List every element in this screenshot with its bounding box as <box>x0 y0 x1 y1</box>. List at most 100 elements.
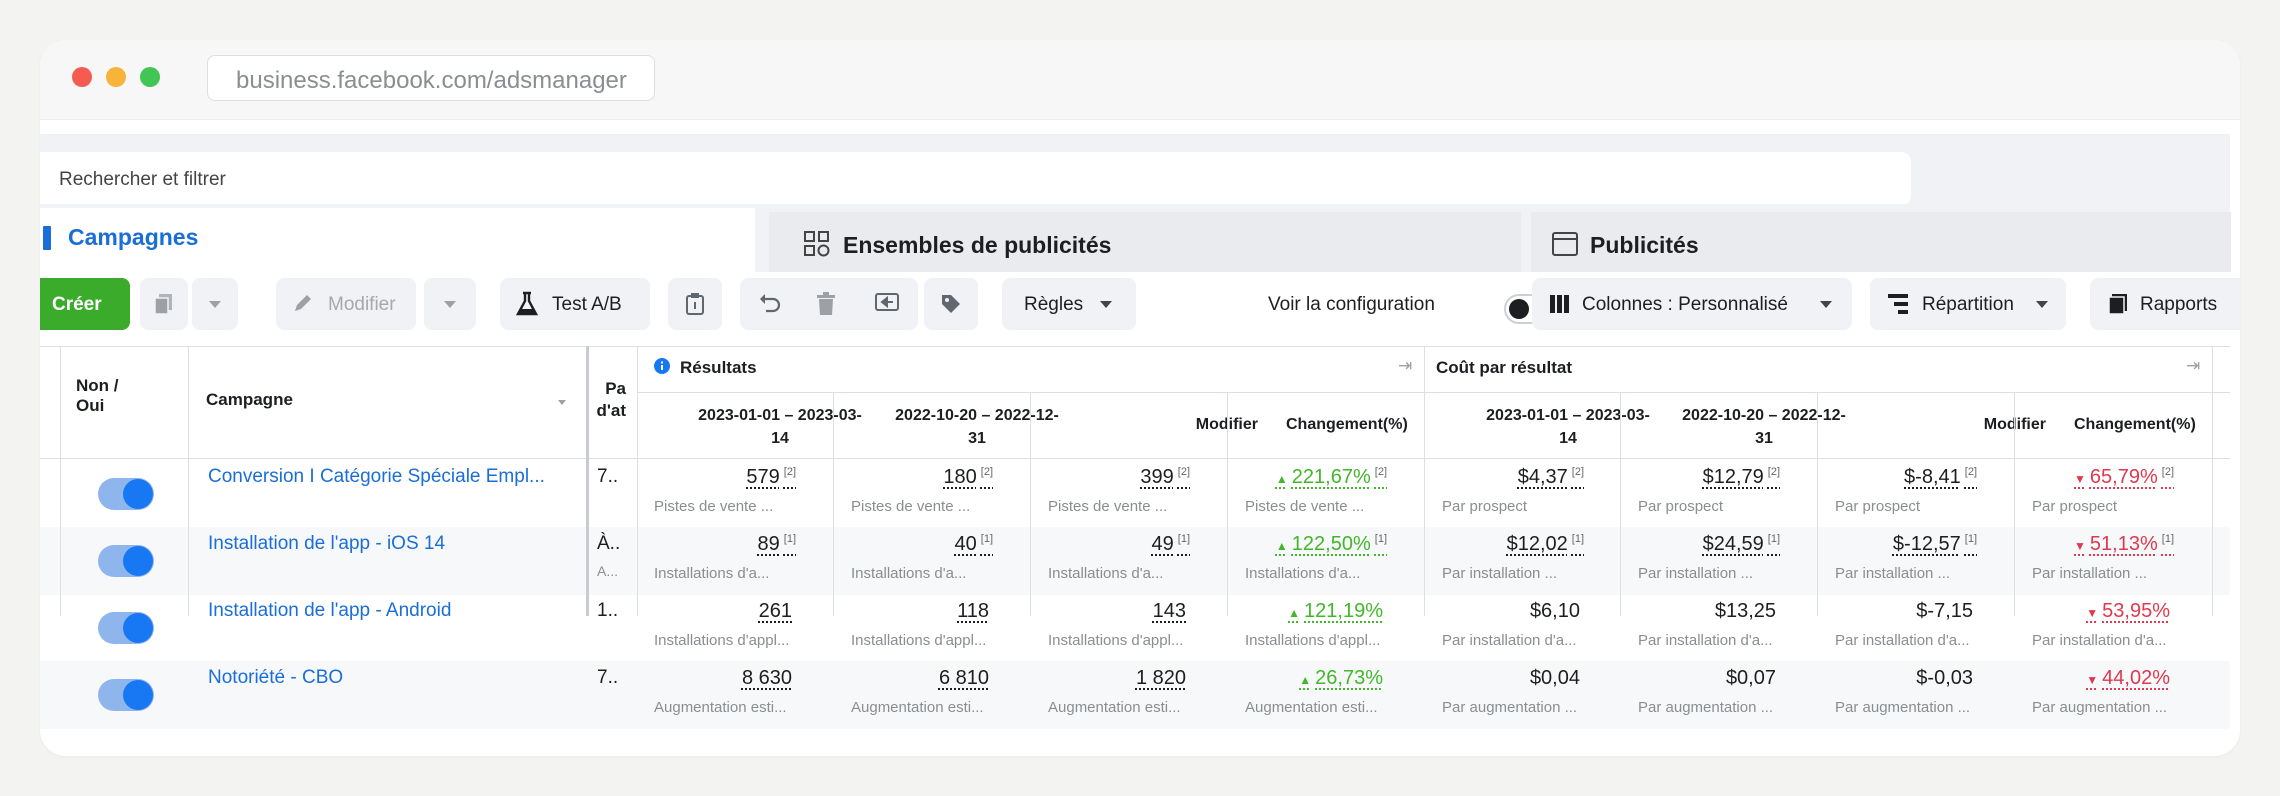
tag-button[interactable] <box>924 278 978 330</box>
clipboard-icon <box>686 293 704 315</box>
trash-icon[interactable] <box>816 292 836 316</box>
col-results-period2[interactable]: 2022-10-20 – 2022-12-31 <box>891 404 1063 450</box>
columns-button[interactable]: Colonnes : Personnalisé <box>1532 278 1852 330</box>
result-cell[interactable]: ▲ 122,50% [1] <box>1229 533 1387 556</box>
result-cell[interactable]: 180 [2] <box>835 466 993 489</box>
campaign-toggle[interactable] <box>98 545 154 577</box>
cost-cell[interactable]: $0,04 <box>1426 667 1584 690</box>
campaign-toggle[interactable] <box>98 478 154 510</box>
col-cost-modify[interactable]: Modifier <box>1928 416 2046 434</box>
cost-description: Par installation ... <box>2032 565 2148 582</box>
tab-ads[interactable]: Publicités <box>1531 212 2231 272</box>
result-cell[interactable]: 6 810 <box>835 667 993 690</box>
preview-icon[interactable] <box>874 292 900 316</box>
col-results-period1[interactable]: 2023-01-01 – 2023-03-14 <box>694 404 866 450</box>
campaign-name-link[interactable]: Notoriété - CBO <box>208 667 343 689</box>
campaign-name-link[interactable]: Conversion I Catégorie Spéciale Empl... <box>208 466 545 488</box>
col-cost-period2[interactable]: 2022-10-20 – 2022-12-31 <box>1678 404 1850 450</box>
cost-description: Par installation ... <box>1442 565 1558 582</box>
cost-description: Par prospect <box>2032 498 2118 515</box>
tab-adsets[interactable]: Ensembles de publicités <box>769 212 1521 272</box>
search-filter-input[interactable]: Rechercher et filtrer <box>40 152 1911 206</box>
cost-cell[interactable]: ▼ 44,02% <box>2016 667 2174 690</box>
cost-cell[interactable]: ▼ 53,95% <box>2016 600 2174 623</box>
collapse-cost-icon[interactable]: ⇥ <box>2186 356 2200 376</box>
table-row[interactable]: Conversion I Catégorie Spéciale Empl... 7… <box>40 460 2230 528</box>
cost-cell[interactable]: ▼ 51,13% [1] <box>2016 533 2174 556</box>
result-cell[interactable]: 8 630 <box>638 667 796 690</box>
result-cell[interactable]: ▲ 26,73% <box>1229 667 1387 690</box>
result-cell[interactable]: 399 [2] <box>1032 466 1190 489</box>
campaign-name-link[interactable]: Installation de l'app - iOS 14 <box>208 533 445 555</box>
result-cell[interactable]: 143 <box>1032 600 1190 623</box>
divider <box>2014 392 2015 616</box>
table-row[interactable]: Notoriété - CBO 7.. 8 630 Augmentation esti… <box>40 661 2230 729</box>
col-cost-period1[interactable]: 2023-01-01 – 2023-03-14 <box>1482 404 1654 450</box>
collapse-results-icon[interactable]: ⇥ <box>1398 356 1412 376</box>
cost-cell[interactable]: $-8,41 [2] <box>1819 466 1977 489</box>
cost-cell[interactable]: $6,10 <box>1426 600 1584 623</box>
maximize-window-button[interactable] <box>140 67 160 87</box>
clipboard-button[interactable] <box>668 278 722 330</box>
info-icon[interactable] <box>654 358 670 374</box>
cost-cell[interactable]: $12,79 [2] <box>1622 466 1780 489</box>
up-arrow-icon: ▲ <box>1299 673 1312 687</box>
cost-cell[interactable]: $0,07 <box>1622 667 1780 690</box>
table-row[interactable]: Installation de l'app - iOS 14 À.. A... 89[… <box>40 527 2230 595</box>
ab-test-button[interactable]: Test A/B <box>500 278 650 330</box>
cost-cell[interactable]: $4,37 [2] <box>1426 466 1584 489</box>
result-description: Installations d'appl... <box>851 632 987 649</box>
campaign-name-link[interactable]: Installation de l'app - Android <box>208 600 451 622</box>
col-on-off[interactable]: Non / Oui <box>76 376 136 416</box>
result-cell[interactable]: 40 [1] <box>835 533 993 556</box>
cost-cell[interactable]: $13,25 <box>1622 600 1780 623</box>
tab-campaigns[interactable]: Campagnes <box>40 208 755 272</box>
footnote: [1] <box>1964 533 1977 546</box>
ad-page-icon <box>1552 232 1578 256</box>
result-cell[interactable]: 118 <box>835 600 993 623</box>
footnote: [1] <box>783 533 796 546</box>
undo-icon[interactable] <box>758 293 782 315</box>
result-description: Augmentation esti... <box>851 699 984 716</box>
adsets-grid-icon <box>804 231 830 257</box>
table-row[interactable]: Installation de l'app - Android 1.. 261 Ins… <box>40 594 2230 662</box>
breakdown-button[interactable]: Répartition <box>1870 278 2066 330</box>
col-campaign[interactable]: Campagne <box>206 390 293 410</box>
cost-cell[interactable]: $24,59 [1] <box>1622 533 1780 556</box>
result-cell[interactable]: 49 [1] <box>1032 533 1190 556</box>
campaign-table: Non / Oui Campagne Pa d'at Résultats ⇥ C… <box>40 346 2240 729</box>
result-cell[interactable]: 89 [1] <box>638 533 796 556</box>
edit-dropdown-button[interactable] <box>424 278 476 330</box>
campaign-toggle[interactable] <box>98 612 154 644</box>
cost-cell[interactable]: $-0,03 <box>1819 667 1977 690</box>
campaign-toggle[interactable] <box>98 679 154 711</box>
cost-cell[interactable]: $12,02 [1] <box>1426 533 1584 556</box>
create-button[interactable]: Créer <box>40 278 130 330</box>
up-arrow-icon: ▲ <box>1275 472 1288 486</box>
toggle-knob <box>123 680 153 710</box>
minimize-window-button[interactable] <box>106 67 126 87</box>
cost-cell[interactable]: $-12,57 [1] <box>1819 533 1977 556</box>
edit-button[interactable]: Modifier <box>276 278 416 330</box>
result-cell[interactable]: 579 [2] <box>638 466 796 489</box>
result-cell[interactable]: 261 <box>638 600 796 623</box>
col-cost-change[interactable]: Changement(%) <box>2074 416 2234 434</box>
reports-button[interactable]: Rapports <box>2090 278 2240 330</box>
rules-button[interactable]: Règles <box>1002 278 1136 330</box>
result-cell[interactable]: 1 820 <box>1032 667 1190 690</box>
duplicate-button[interactable] <box>140 278 188 330</box>
col-pa[interactable]: Pa d'at <box>590 378 626 422</box>
results-group-header: Résultats <box>680 358 757 377</box>
flask-icon <box>516 291 538 316</box>
result-cell[interactable]: ▲ 121,19% <box>1229 600 1387 623</box>
col-results-modify[interactable]: Modifier <box>1140 416 1258 434</box>
sort-icon[interactable] <box>558 400 566 405</box>
toggle-knob <box>1509 299 1529 319</box>
duplicate-dropdown-button[interactable] <box>192 278 238 330</box>
address-bar[interactable]: business.facebook.com/adsmanager <box>207 55 655 101</box>
cost-cell[interactable]: $-7,15 <box>1819 600 1977 623</box>
close-window-button[interactable] <box>72 67 92 87</box>
cost-cell[interactable]: ▼ 65,79% [2] <box>2016 466 2174 489</box>
result-cell[interactable]: ▲ 221,67% [2] <box>1229 466 1387 489</box>
col-results-change[interactable]: Changement(%) <box>1286 416 1456 434</box>
